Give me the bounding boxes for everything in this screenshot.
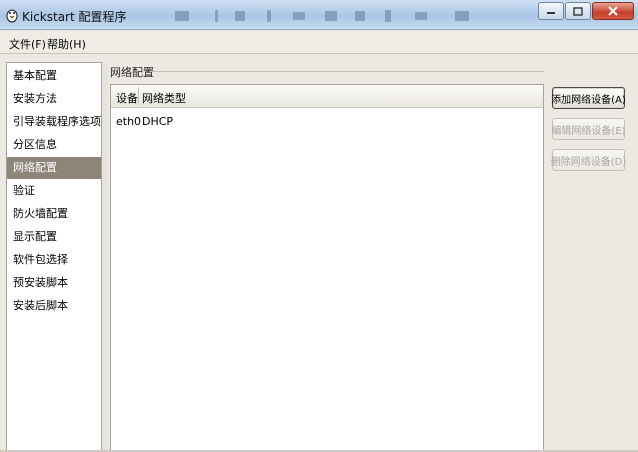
maximize-icon: [573, 6, 583, 16]
menu-help[interactable]: 帮助(H): [47, 36, 86, 52]
menu-bar: 文件(F) 帮助(H): [0, 30, 638, 54]
list-header: 设备 网络类型: [111, 85, 543, 108]
sidebar-item-display[interactable]: 显示配置: [7, 226, 102, 248]
sidebar-item-post-script[interactable]: 安装后脚本: [7, 295, 102, 317]
minimize-icon: [547, 12, 555, 14]
sidebar: 基本配置 安装方法 引导装载程序选项 分区信息 网络配置 验证 防火墙配置 显示…: [6, 62, 102, 452]
pane-splitter[interactable]: [101, 62, 108, 452]
menu-file[interactable]: 文件(F): [9, 36, 46, 52]
network-device-list[interactable]: 设备 网络类型 eth0 DHCP: [110, 84, 544, 452]
column-header-type[interactable]: 网络类型: [142, 90, 186, 106]
cell-type: DHCP: [142, 115, 174, 128]
sidebar-item-partition[interactable]: 分区信息: [7, 134, 102, 156]
close-button[interactable]: [592, 2, 634, 20]
sidebar-item-bootloader[interactable]: 引导装载程序选项: [7, 111, 102, 133]
column-header-device[interactable]: 设备: [116, 90, 138, 106]
toolbar-ghost-icons: [175, 10, 469, 22]
section-divider: [150, 71, 544, 72]
minimize-button[interactable]: [538, 2, 564, 20]
sidebar-item-auth[interactable]: 验证: [7, 180, 102, 202]
close-icon: [608, 6, 618, 16]
window-controls: [537, 2, 634, 20]
maximize-button[interactable]: [565, 2, 591, 20]
app-icon: [6, 9, 18, 23]
column-separator: [138, 87, 139, 105]
add-network-device-button[interactable]: 添加网络设备(A): [551, 87, 626, 109]
sidebar-item-firewall[interactable]: 防火墙配置: [7, 203, 102, 225]
sidebar-item-install-method[interactable]: 安装方法: [7, 88, 102, 110]
window-title: Kickstart 配置程序: [22, 10, 127, 24]
delete-network-device-button[interactable]: 删除网络设备(D): [551, 149, 626, 171]
sidebar-item-packages[interactable]: 软件包选择: [7, 249, 102, 271]
section-title: 网络配置: [110, 66, 154, 79]
title-bar: Kickstart 配置程序: [0, 0, 638, 30]
edit-network-device-button[interactable]: 编辑网络设备(E): [551, 118, 626, 140]
cell-device: eth0: [116, 115, 142, 128]
sidebar-item-basic[interactable]: 基本配置: [7, 65, 102, 87]
sidebar-item-pre-script[interactable]: 预安装脚本: [7, 272, 102, 294]
sidebar-item-network[interactable]: 网络配置: [7, 157, 102, 179]
